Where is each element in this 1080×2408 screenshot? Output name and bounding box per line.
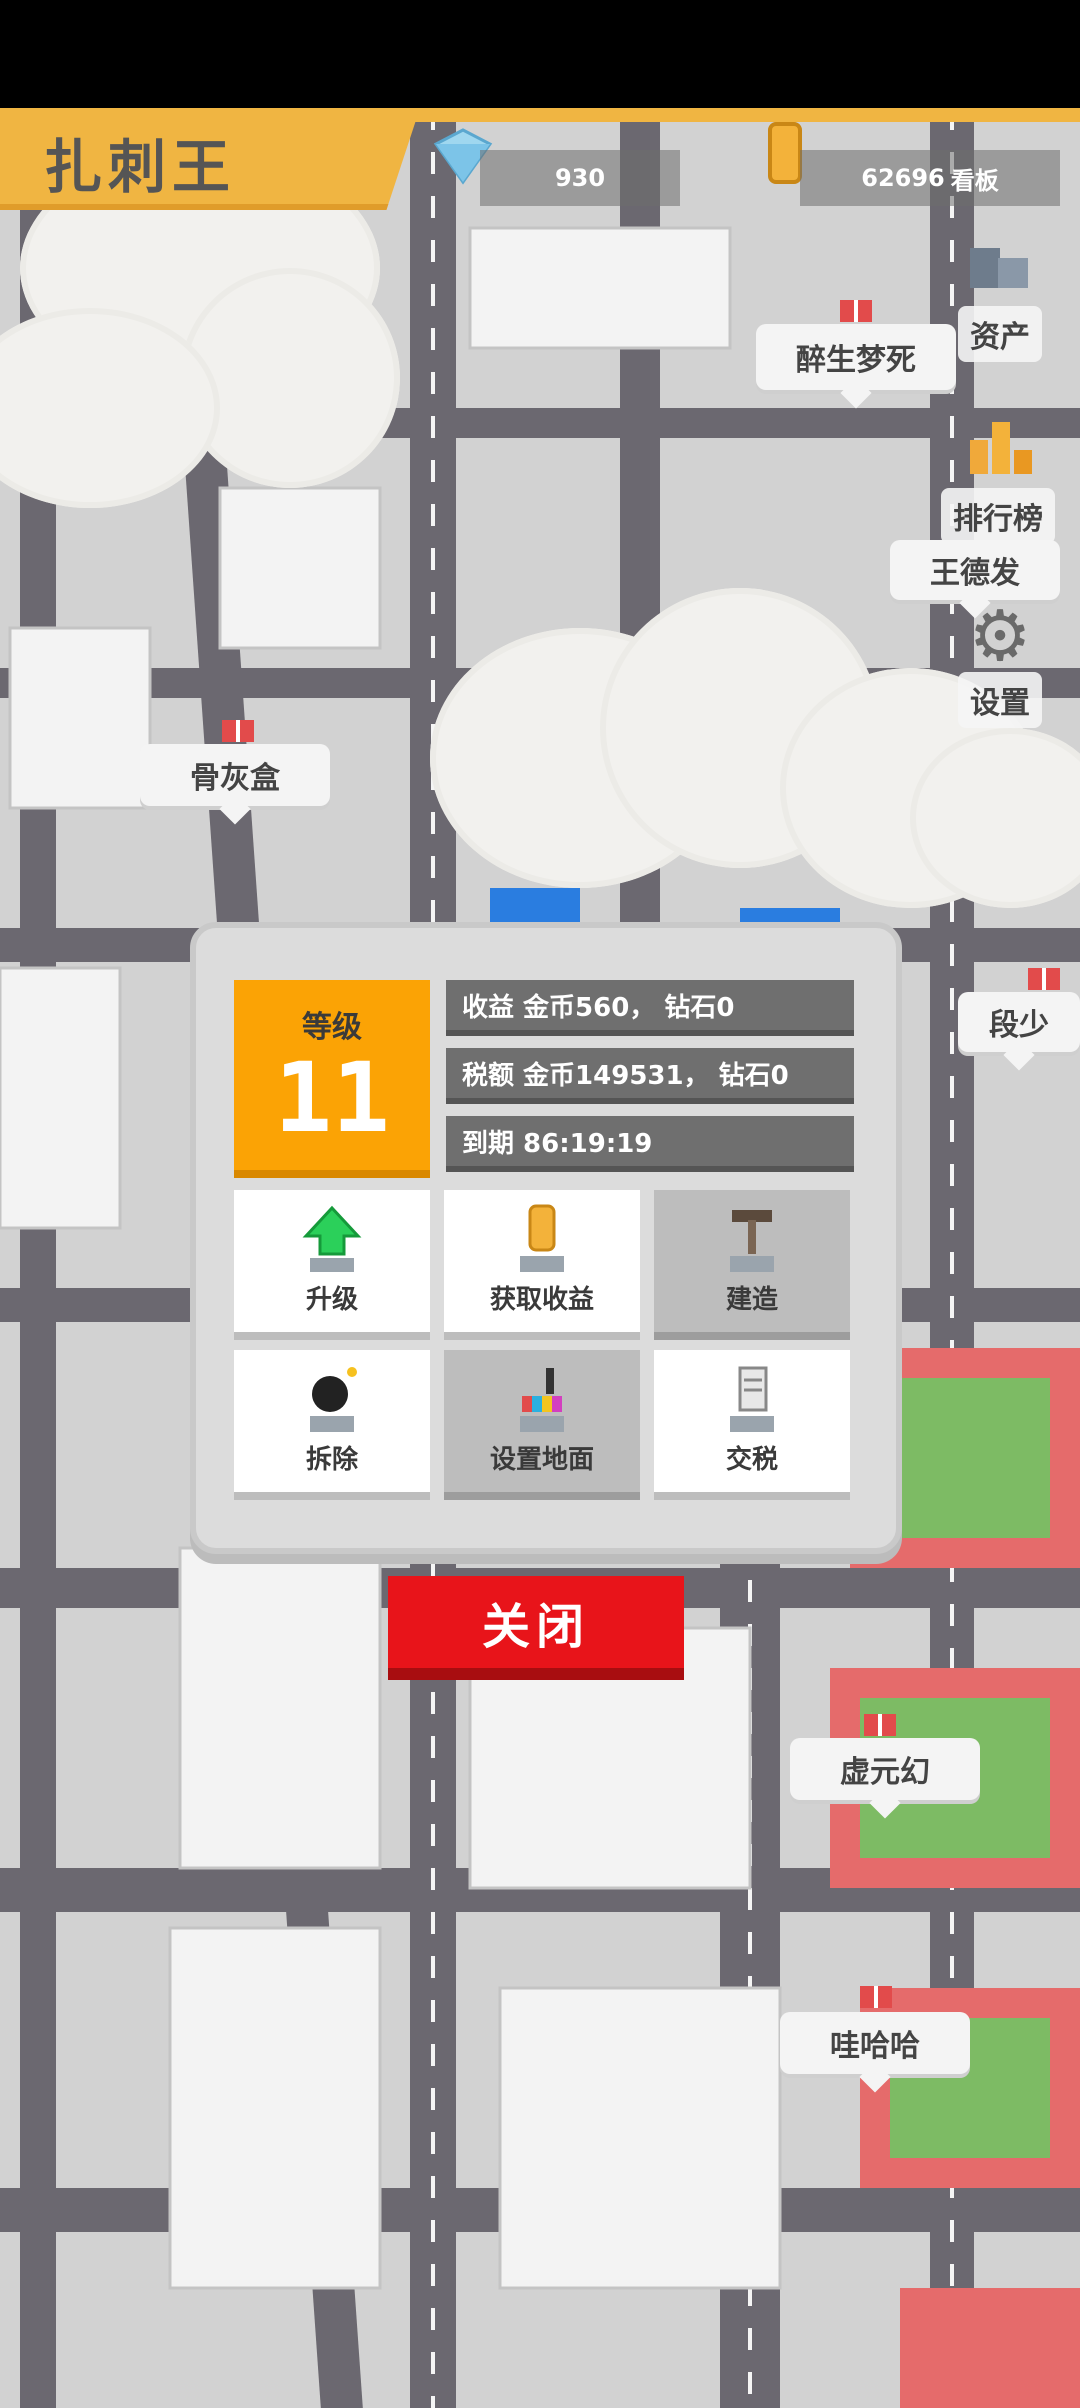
coin-collect-icon [502,1202,582,1286]
diamond-counter: 930 [480,150,680,206]
gift-icon [836,286,876,326]
map-tag-4[interactable]: 虚元幻 [790,1738,980,1800]
leaderboard-button[interactable]: 排行榜 [932,410,1064,544]
upgrade-button[interactable]: 升级 [234,1190,430,1340]
map-tag-1[interactable]: 醉生梦死 [756,324,956,390]
build-label: 建造 [725,1285,778,1315]
gold-count: 62696 [861,164,945,192]
map-tag-2-label: 骨灰盒 [190,761,280,796]
bomb-demolish-icon [292,1362,372,1446]
upgrade-label: 升级 [305,1285,358,1315]
map-tag-1-label: 醉生梦死 [796,343,916,378]
expiry-text: 到期 86:19:19 [462,1128,653,1159]
paint-ground-icon [502,1362,582,1446]
set-ground-button[interactable]: 设置地面 [444,1350,640,1500]
demolish-label: 拆除 [305,1445,358,1475]
tax-text: 税额 金币149531， 钻石0 [462,1060,789,1091]
tax-document-icon [712,1362,792,1446]
level-label: 等级 [302,1010,362,1045]
map-tag-2[interactable]: 骨灰盒 [140,744,330,806]
leaderboard-label: 排行榜 [941,488,1055,544]
level-box: 等级 11 [234,980,430,1178]
gift-icon [856,1972,896,2012]
close-label: 关闭 [481,1599,590,1655]
build-button[interactable]: 建造 [654,1190,850,1340]
player-name: 王德发 [930,556,1020,591]
income-text: 收益 金币560， 钻石0 [462,992,735,1023]
collect-income-label: 获取收益 [489,1285,594,1315]
building-panel: 等级 11 收益 金币560， 钻石0 税额 金币149531， 钻石0 到期 … [190,922,902,1554]
assets-icon [970,248,1028,288]
close-button[interactable]: 关闭 [388,1576,684,1680]
gift-icon [1024,954,1064,994]
map-tag-5-label: 哇哈哈 [830,2029,920,2064]
pay-tax-label: 交税 [725,1445,778,1475]
map-tag-4-label: 虚元幻 [840,1755,930,1790]
settings-label: 设置 [958,672,1042,728]
settings-button[interactable]: ⚙ 设置 [944,600,1056,728]
title-banner: 扎刺王 [0,108,420,210]
assets-button[interactable]: 资产 [944,228,1056,362]
income-row: 收益 金币560， 钻石0 [446,980,854,1036]
assets-label: 资产 [958,306,1042,362]
player-name-tag[interactable]: 王德发 [890,540,1060,600]
upgrade-arrow-icon [292,1202,372,1286]
map-tag-3-label: 段少 [989,1008,1049,1043]
gold-counter: 62696 看板 [800,150,1060,206]
demolish-button[interactable]: 拆除 [234,1350,430,1500]
map-tag-5[interactable]: 哇哈哈 [780,2012,970,2074]
top-banner-strip [400,108,1080,122]
set-ground-label: 设置地面 [489,1445,594,1475]
gift-icon [860,1700,900,1740]
gift-icon [218,706,258,746]
expiry-row: 到期 86:19:19 [446,1116,854,1172]
trophy-bars-icon [970,422,1032,474]
collect-income-button[interactable]: 获取收益 [444,1190,640,1340]
level-value: 11 [274,1042,390,1154]
game-title: 扎刺王 [44,133,237,201]
map-tag-3[interactable]: 段少 [958,992,1080,1052]
tax-row: 税额 金币149531， 钻石0 [446,1048,854,1104]
hammer-build-icon [712,1202,792,1286]
pay-tax-button[interactable]: 交税 [654,1350,850,1500]
gear-icon: ⚙ [968,595,1032,677]
diamond-count: 930 [554,164,606,192]
board-label: 看板 [950,166,999,195]
status-bar [0,0,1080,108]
